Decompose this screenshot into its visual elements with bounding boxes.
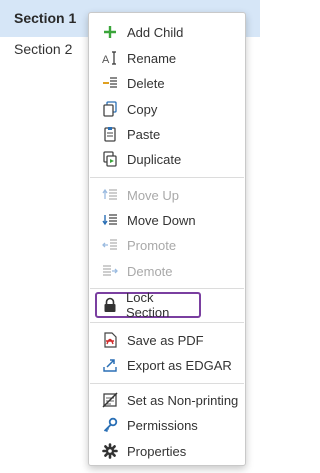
menu-item-promote[interactable]: Promote: [89, 233, 245, 257]
rename-cursor-icon: A: [102, 50, 118, 66]
menu-item-delete[interactable]: Delete: [89, 71, 245, 95]
pdf-icon: [102, 332, 118, 348]
menu-item-label: Move Up: [127, 187, 180, 203]
key-icon: [102, 417, 118, 433]
delete-list-icon: [102, 75, 118, 91]
lock-icon: [102, 297, 118, 313]
menu-item-label: Properties: [127, 443, 187, 459]
gear-icon: [102, 443, 118, 459]
plus-icon: [102, 24, 118, 40]
menu-item-label: Rename: [127, 50, 177, 66]
menu-item-permissions[interactable]: Permissions: [89, 413, 245, 437]
menu-separator: [90, 322, 244, 323]
menu-item-label: Copy: [127, 101, 158, 117]
menu-item-label: Promote: [127, 237, 177, 253]
svg-text:A: A: [102, 54, 110, 66]
menu-item-duplicate[interactable]: Duplicate: [89, 147, 245, 171]
menu-item-label: Add Child: [127, 24, 184, 40]
menu-item-demote[interactable]: Demote: [89, 259, 245, 283]
menu-item-move-up[interactable]: Move Up: [89, 183, 245, 207]
section-label: Section 2: [14, 41, 73, 57]
demote-icon: [102, 263, 118, 279]
menu-item-save-as-pdf[interactable]: Save as PDF: [89, 328, 245, 352]
move-up-icon: [102, 187, 118, 203]
menu-separator: [90, 177, 244, 178]
menu-item-label: Delete: [127, 75, 165, 91]
promote-icon: [102, 237, 118, 253]
menu-item-export-as-edgar[interactable]: Export as EDGAR: [89, 353, 245, 377]
menu-item-properties[interactable]: Properties: [89, 439, 245, 463]
menu-item-label: Duplicate: [127, 151, 182, 167]
menu-item-set-as-non-printing[interactable]: Set as Non-printing: [89, 388, 245, 412]
copy-icon: [102, 101, 118, 117]
context-menu: Add Child A Rename Delete Copy Paste Dup…: [88, 12, 246, 466]
menu-item-label: Paste: [127, 126, 161, 142]
menu-item-label: Set as Non-printing: [127, 392, 239, 408]
menu-separator: [90, 288, 244, 289]
menu-separator: [90, 383, 244, 384]
menu-item-rename[interactable]: A Rename: [89, 46, 245, 70]
menu-item-label: Permissions: [127, 417, 198, 433]
menu-item-move-down[interactable]: Move Down: [89, 208, 245, 232]
no-print-icon: [102, 392, 118, 408]
menu-item-label: Move Down: [127, 212, 196, 228]
export-icon: [102, 357, 118, 373]
menu-item-paste[interactable]: Paste: [89, 122, 245, 146]
menu-item-label: Lock Section: [126, 290, 170, 320]
menu-item-lock-section[interactable]: Lock Section: [95, 290, 201, 320]
move-down-icon: [102, 212, 118, 228]
menu-item-add-child[interactable]: Add Child: [89, 20, 245, 44]
duplicate-icon: [102, 151, 118, 167]
section-label: Section 1: [14, 10, 77, 26]
menu-item-label: Save as PDF: [127, 332, 204, 348]
menu-item-label: Demote: [127, 263, 173, 279]
clipboard-icon: [102, 126, 118, 142]
menu-item-label: Export as EDGAR: [127, 357, 232, 373]
menu-item-copy[interactable]: Copy: [89, 97, 245, 121]
